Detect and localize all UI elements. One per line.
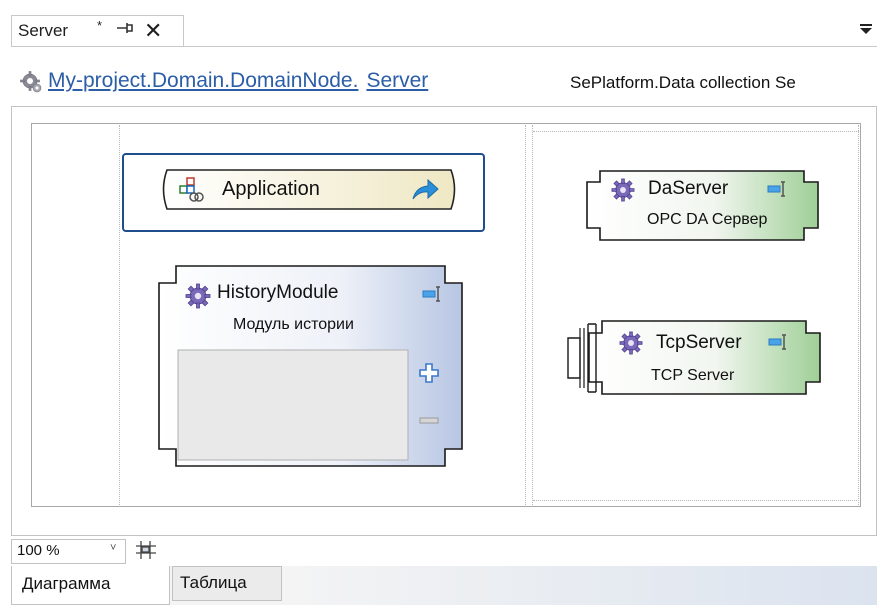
tab-diagram-label: Диаграмма (22, 574, 111, 593)
grid-icon[interactable] (135, 540, 157, 560)
tcp-server-label: TcpServer (656, 332, 742, 353)
view-tab-strip-fill (282, 566, 877, 605)
close-icon[interactable]: ✕ (144, 18, 162, 44)
layout-guide (533, 500, 859, 501)
breadcrumb: My-project.Domain.DomainNode. Server (48, 69, 428, 93)
chevron-down-icon[interactable]: ˅ (110, 542, 116, 554)
tab-table[interactable]: Таблица (172, 566, 282, 601)
history-module-sublabel: Модуль истории (233, 316, 354, 333)
tab-overflow-dropdown-icon[interactable] (858, 18, 874, 38)
tab-title: Server (18, 21, 69, 40)
application-icon (179, 177, 204, 202)
layout-guide (525, 125, 526, 505)
tab-divider (11, 46, 877, 47)
da-server-label: DaServer (648, 178, 729, 199)
history-module-label: HistoryModule (217, 282, 339, 303)
breadcrumb-link-server[interactable]: Server (366, 69, 428, 92)
tab-table-label: Таблица (180, 573, 247, 592)
layout-guide (533, 131, 859, 132)
breadcrumb-type-label: SePlatform.Data collection Se (570, 73, 796, 92)
gear-icon (611, 178, 635, 202)
interface-icon (767, 181, 785, 197)
tab-diagram[interactable]: Диаграмма (11, 566, 170, 605)
zoom-value: 100 % (17, 542, 60, 559)
application-label: Application (222, 178, 320, 200)
tcp-server-sublabel: TCP Server (651, 367, 735, 384)
interface-icon (422, 286, 440, 302)
breadcrumb-link-path[interactable]: My-project.Domain.DomainNode. (48, 69, 358, 92)
layout-guide (532, 125, 533, 505)
add-icon[interactable] (418, 362, 440, 384)
pin-icon[interactable] (116, 21, 134, 39)
gear-icon (619, 331, 643, 355)
modified-indicator: * (97, 18, 103, 33)
arrow-icon[interactable] (410, 177, 440, 203)
gear-icon (185, 283, 211, 309)
layout-guide (858, 125, 859, 505)
remove-icon[interactable] (418, 416, 440, 426)
layout-guide (119, 125, 120, 505)
da-server-sublabel: OPC DA Сервер (647, 211, 768, 228)
tab-server[interactable]: Server * ✕ (11, 15, 184, 47)
interface-icon (768, 334, 786, 350)
gear-icon (19, 70, 43, 94)
